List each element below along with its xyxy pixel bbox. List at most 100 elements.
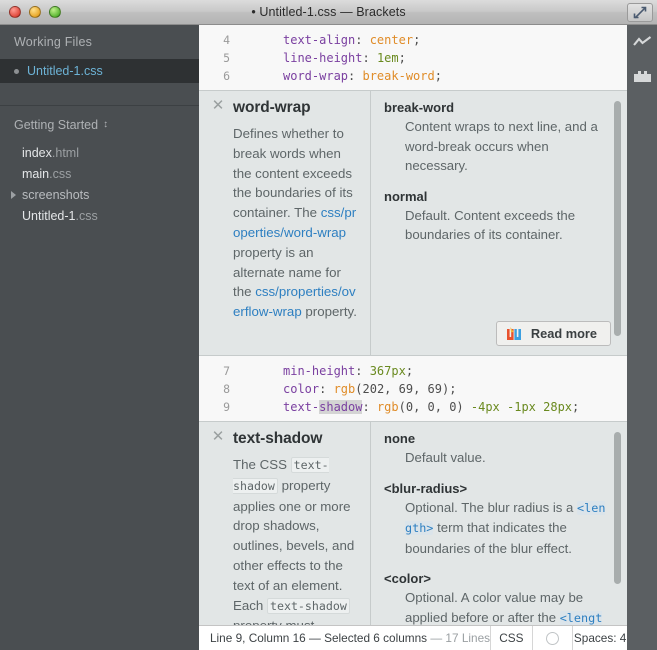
line-number: 8 — [223, 382, 230, 396]
docs-value-desc: Content wraps to next line, and a word-b… — [405, 119, 598, 174]
docs-value-desc: Optional. The blur radius is a <length> … — [384, 498, 607, 559]
code-block-mid[interactable]: 7 min-height: 367px; 8 color: rgb(202, 6… — [199, 362, 627, 416]
maximize-window-button[interactable] — [49, 6, 61, 18]
code-line-9[interactable]: 9 text-shadow: rgb(0, 0, 0) -4px -1px 28… — [199, 398, 627, 416]
title-bar: • Untitled-1.css — Brackets — [0, 0, 657, 25]
docs-desc-text: The CSS — [233, 457, 291, 472]
close-icon[interactable]: ✕ — [210, 429, 226, 446]
window-title: • Untitled-1.css — Brackets — [251, 5, 406, 19]
css-colon: : — [319, 382, 334, 396]
language-selector[interactable]: CSS — [490, 625, 532, 650]
docs-scrollbar[interactable] — [614, 101, 621, 336]
file-tree-item-main-css[interactable]: main .css — [22, 163, 199, 184]
docs-value-name: normal — [384, 188, 428, 204]
docs-value-text: Optional. The blur radius is a — [405, 499, 578, 515]
docs-description: Defines whether to break words when the … — [233, 124, 358, 322]
project-sidebar: Working Files Untitled-1.css Getting Sta… — [0, 25, 210, 650]
read-more-button[interactable]: Read more — [495, 321, 611, 346]
line-number: 4 — [223, 33, 230, 47]
indent-selector[interactable]: Spaces: 4 — [572, 625, 627, 650]
docs-value-text: Optional. A color value may be applied b… — [405, 590, 584, 625]
code-line-4[interactable]: 4 text-align: center; — [199, 31, 627, 49]
css-semicolon: ; — [449, 382, 457, 396]
code-block-top[interactable]: 4 text-align: center; 5 line-height: 1em… — [199, 31, 627, 85]
project-name: Getting Started — [14, 118, 99, 132]
line-number: 7 — [223, 364, 230, 378]
brackets-window: • Untitled-1.css — Brackets Working File… — [0, 0, 657, 650]
css-semicolon: ; — [413, 33, 421, 47]
code-line-6[interactable]: 6 word-wrap: break-word; — [199, 67, 627, 85]
line-number: 5 — [223, 51, 230, 65]
live-preview-icon — [632, 35, 651, 46]
unsaved-dot-icon — [14, 68, 19, 74]
file-extension: .css — [75, 208, 98, 223]
extension-manager-icon — [633, 71, 651, 82]
working-file-label: Untitled-1.css — [27, 64, 103, 78]
css-property: color — [283, 382, 320, 396]
read-more-label: Read more — [530, 326, 597, 341]
working-files-list: Untitled-1.css — [0, 59, 210, 83]
line-number: 9 — [223, 400, 230, 414]
cursor-position: Line 9, Column 16 — [210, 631, 306, 645]
css-value: center — [369, 33, 414, 47]
css-colon: : — [355, 364, 370, 378]
selected-text: shadow — [319, 400, 363, 414]
docs-desc-text: property must contain both a — [233, 618, 317, 625]
inline-docs-text-shadow: ✕ text-shadow The CSS text-shadow proper… — [199, 421, 627, 625]
css-property-prefix: text- — [283, 400, 320, 414]
code-line-8[interactable]: 8 color: rgb(202, 69, 69); — [199, 380, 627, 398]
code-line-5[interactable]: 5 line-height: 1em; — [199, 49, 627, 67]
docs-scrollbar[interactable] — [614, 432, 621, 584]
status-bar-corner — [627, 625, 657, 650]
project-switcher-icon: ↕ — [103, 119, 109, 130]
docs-inline-code: text-shadow — [267, 597, 350, 614]
css-function: rgb — [333, 382, 356, 396]
line-count: 17 Lines — [445, 631, 491, 645]
css-property: word-wrap — [283, 69, 349, 83]
live-preview-button[interactable] — [627, 25, 657, 59]
css-semicolon: ; — [398, 51, 406, 65]
docs-summary-text-shadow: text-shadow The CSS text-shadow property… — [199, 422, 371, 625]
fullscreen-resize-button[interactable] — [627, 3, 653, 22]
status-indicator[interactable] — [531, 625, 572, 650]
file-tree-item-screenshots[interactable]: screenshots — [11, 184, 199, 205]
code-text: min-height: 367px; — [241, 364, 413, 378]
docs-value-name: <color> — [384, 571, 431, 587]
docs-value-desc: Optional. A color value may be applied b… — [384, 588, 607, 625]
docs-value-name: none — [384, 431, 416, 446]
indent-label: Spaces: 4 — [573, 631, 627, 645]
inline-docs-word-wrap: ✕ word-wrap Defines whether to break wor… — [199, 90, 627, 356]
file-tree-item-untitled-1-css[interactable]: Untitled-1 .css — [22, 205, 199, 226]
close-window-button[interactable] — [9, 6, 21, 18]
code-line-7[interactable]: 7 min-height: 367px; — [199, 362, 627, 380]
working-files-spacer — [0, 83, 199, 105]
file-extension: .html — [51, 145, 79, 160]
file-tree-item-index-html[interactable]: index .html — [22, 142, 199, 163]
folder-name: screenshots — [22, 187, 90, 202]
docs-summary-word-wrap: word-wrap Defines whether to break words… — [199, 91, 371, 355]
project-header[interactable]: Getting Started ↕ — [0, 106, 199, 142]
extension-manager-button[interactable] — [627, 59, 657, 93]
css-colon: : — [362, 51, 377, 65]
close-icon[interactable]: ✕ — [210, 98, 226, 115]
css-property: line-height — [283, 51, 363, 65]
css-args: (202, 69, 69) — [355, 382, 450, 396]
docs-values-word-wrap: break-word Content wraps to next line, a… — [371, 91, 627, 355]
file-basename: Untitled-1 — [22, 208, 76, 223]
code-text: text-align: center; — [241, 33, 420, 47]
status-sep-2: — — [427, 631, 446, 645]
css-property: min-height — [283, 364, 356, 378]
minimize-window-button[interactable] — [29, 6, 41, 18]
docs-desc-text: property. — [301, 304, 357, 320]
css-value: 1em — [376, 51, 399, 65]
read-more-container: Read more — [495, 321, 611, 346]
code-text: text-shadow: rgb(0, 0, 0) -4px -1px 28px… — [241, 400, 579, 414]
docs-property-title: word-wrap — [233, 99, 311, 116]
docs-property-title: text-shadow — [233, 430, 323, 447]
working-file-item[interactable]: Untitled-1.css — [0, 59, 210, 83]
css-value: break-word — [362, 69, 435, 83]
docs-value-name: break-word — [384, 100, 455, 115]
status-bar: Line 9, Column 16 — Selected 6 columns —… — [199, 625, 627, 650]
mdn-logo-icon — [506, 327, 521, 340]
css-semicolon: ; — [572, 400, 580, 414]
